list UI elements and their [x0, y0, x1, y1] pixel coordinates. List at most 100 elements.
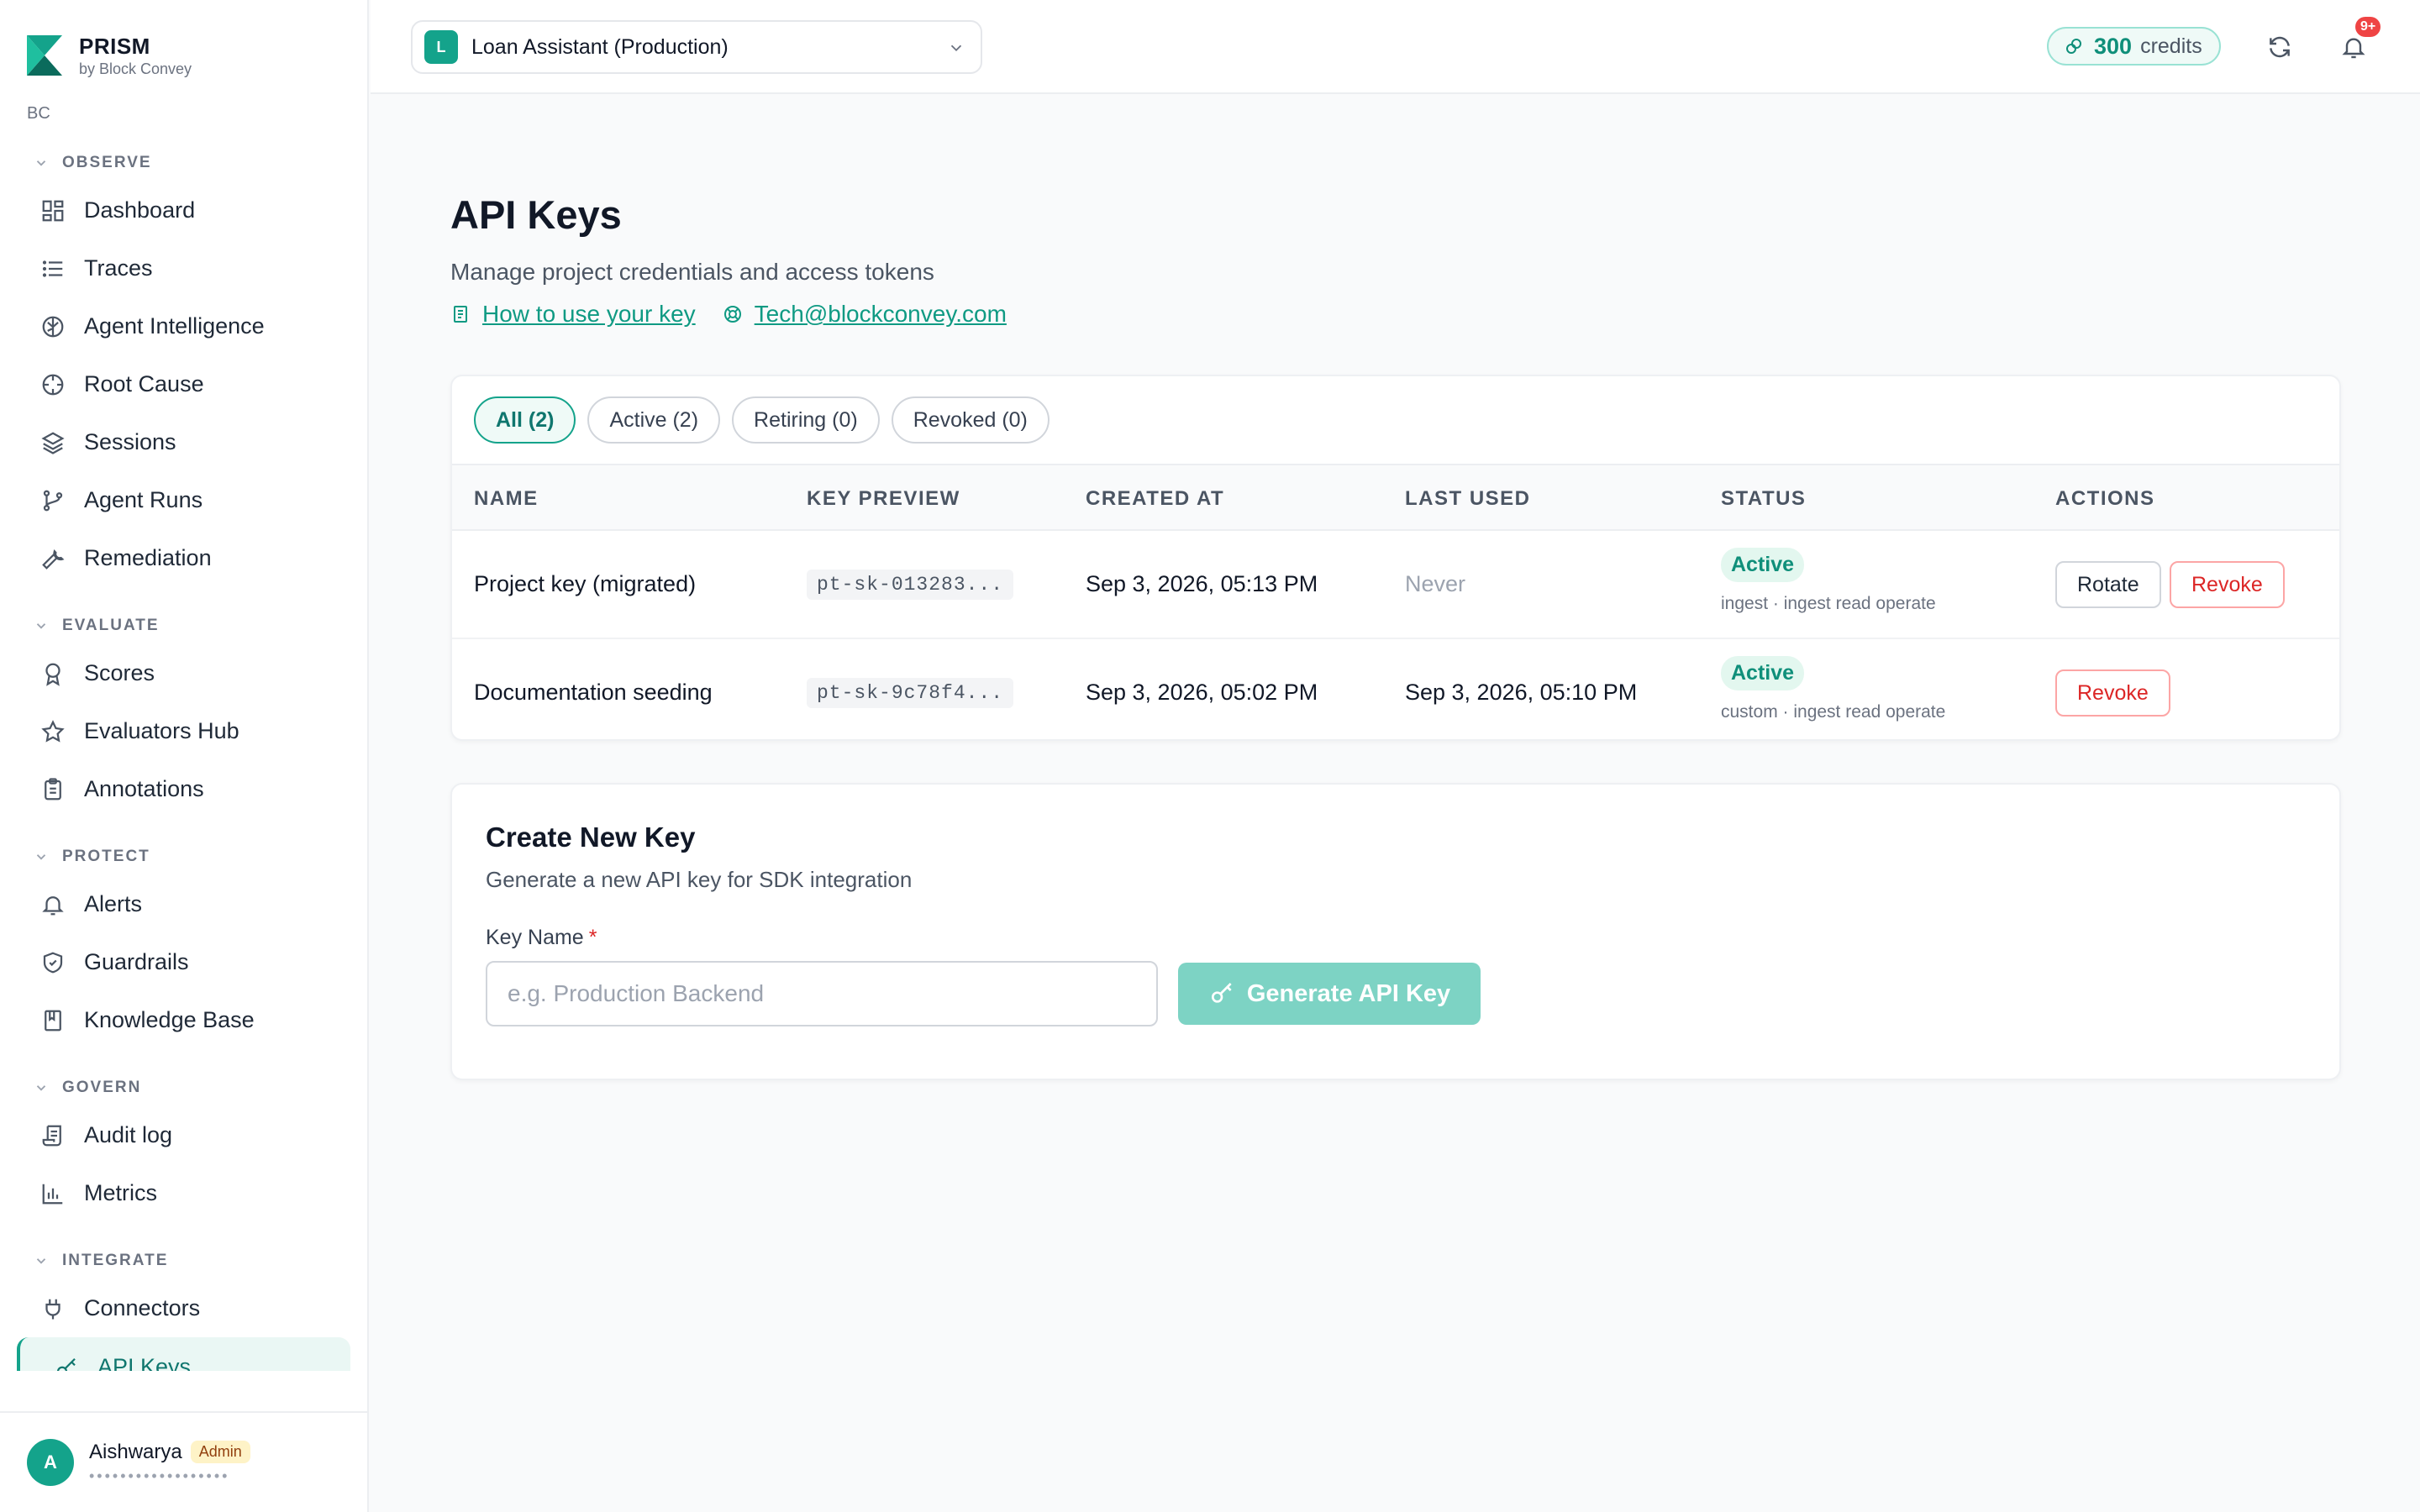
page-title: API Keys	[450, 192, 622, 237]
layers-icon	[39, 428, 67, 457]
key-icon	[52, 1354, 81, 1371]
sidebar-item-traces[interactable]: Traces	[0, 239, 367, 297]
star-icon	[39, 717, 67, 746]
sidebar-item-label: Scores	[84, 660, 155, 685]
sidebar-item-api-keys[interactable]: API Keys	[17, 1337, 350, 1371]
sidebar-item-label: Agent Intelligence	[84, 313, 265, 339]
last-used: Never	[1405, 571, 1466, 596]
credits-badge[interactable]: 300 credits	[2047, 27, 2221, 66]
filter-retiring[interactable]: Retiring (0)	[732, 396, 880, 444]
sidebar-item-label: Agent Runs	[84, 487, 203, 512]
brand-name: PRISM	[79, 34, 150, 59]
revoke-button[interactable]: Revoke	[2055, 669, 2170, 717]
bell-icon	[39, 890, 67, 919]
status-cell: Active custom · ingest read operate	[1721, 656, 1945, 722]
sidebar-item-label: Annotations	[84, 776, 204, 801]
support-email-label: Tech@blockconvey.com	[754, 301, 1007, 327]
clipboard-icon	[39, 775, 67, 804]
section-govern[interactable]: GOVERN	[0, 1069, 367, 1106]
sidebar-item-agent-intelligence[interactable]: Agent Intelligence	[0, 297, 367, 355]
notification-count-badge: 9+	[2355, 17, 2381, 37]
brain-icon	[39, 312, 67, 341]
key-name-input[interactable]	[486, 961, 1158, 1026]
filter-revoked[interactable]: Revoked (0)	[891, 396, 1050, 444]
bell-icon	[2342, 38, 2365, 59]
created-at: Sep 3, 2026, 05:13 PM	[1086, 571, 1318, 596]
section-observe[interactable]: OBSERVE	[0, 144, 367, 181]
filter-all[interactable]: All (2)	[474, 396, 576, 444]
filter-active[interactable]: Active (2)	[587, 396, 721, 444]
crosshair-icon	[39, 370, 67, 399]
coins-icon	[2066, 39, 2081, 54]
section-protect[interactable]: PROTECT	[0, 838, 367, 875]
key-name-label: Key Name *	[486, 926, 597, 950]
rotate-button[interactable]: Rotate	[2055, 561, 2161, 608]
sidebar-item-knowledge-base[interactable]: Knowledge Base	[0, 991, 367, 1049]
sidebar-nav: OBSERVE Dashboard Traces Agent Intellige…	[0, 144, 367, 1371]
user-name: Aishwarya	[89, 1440, 182, 1463]
sidebar-item-annotations[interactable]: Annotations	[0, 760, 367, 818]
key-preview: pt-sk-9c78f4...	[807, 678, 1014, 708]
sidebar-item-label: Traces	[84, 255, 153, 281]
chevron-down-icon	[36, 623, 46, 629]
section-title: GOVERN	[62, 1079, 142, 1096]
sidebar-item-root-cause[interactable]: Root Cause	[0, 355, 367, 413]
wrench-icon	[39, 544, 67, 573]
book-icon	[39, 1006, 67, 1035]
sidebar-item-scores[interactable]: Scores	[0, 644, 367, 702]
brand-subtitle: by Block Convey	[79, 60, 192, 77]
help-links: How to use your key Tech@blockconvey.com	[450, 301, 1007, 328]
section-integrate[interactable]: INTEGRATE	[0, 1242, 367, 1279]
sidebar-item-label: Metrics	[84, 1180, 157, 1205]
sidebar-item-label: Remediation	[84, 545, 212, 570]
sidebar-item-label: Alerts	[84, 891, 143, 916]
sidebar-item-sessions[interactable]: Sessions	[0, 413, 367, 471]
required-mark: *	[588, 926, 597, 949]
support-email-link[interactable]: Tech@blockconvey.com	[723, 301, 1007, 328]
revoke-button[interactable]: Revoke	[2170, 561, 2285, 608]
sidebar-item-remediation[interactable]: Remediation	[0, 529, 367, 587]
credits-unit: credits	[2140, 34, 2202, 58]
topbar: L Loan Assistant (Production) 300 credit…	[371, 0, 2420, 94]
chevron-down-icon	[950, 45, 962, 52]
section-title: EVALUATE	[62, 617, 160, 634]
sidebar-item-label: Connectors	[84, 1295, 201, 1320]
sidebar-item-guardrails[interactable]: Guardrails	[0, 933, 367, 991]
sidebar-item-evaluators-hub[interactable]: Evaluators Hub	[0, 702, 367, 760]
docs-link-label: How to use your key	[482, 301, 696, 327]
column-header-actions: ACTIONS	[2055, 487, 2155, 510]
status-badge: Active	[1721, 548, 1805, 582]
project-selector[interactable]: L Loan Assistant (Production)	[411, 20, 982, 74]
sidebar-item-audit-log[interactable]: Audit log	[0, 1106, 367, 1164]
sidebar-item-metrics[interactable]: Metrics	[0, 1164, 367, 1222]
avatar: A	[27, 1439, 74, 1486]
status-cell: Active ingest · ingest read operate	[1721, 548, 1936, 614]
column-header-status: STATUS	[1721, 487, 1807, 510]
column-header-name: NAME	[474, 487, 539, 510]
document-icon	[454, 306, 467, 323]
sidebar-item-label: Guardrails	[84, 949, 189, 974]
refresh-icon	[2270, 36, 2290, 58]
sidebar-item-agent-runs[interactable]: Agent Runs	[0, 471, 367, 529]
notifications-button[interactable]: 9+	[2335, 17, 2381, 66]
generate-api-key-button[interactable]: Generate API Key	[1178, 963, 1481, 1025]
sidebar-item-label: Audit log	[84, 1122, 173, 1147]
docs-link[interactable]: How to use your key	[450, 301, 696, 328]
key-scopes: custom · ingest read operate	[1721, 702, 1946, 722]
sidebar-item-dashboard[interactable]: Dashboard	[0, 181, 367, 239]
section-evaluate[interactable]: EVALUATE	[0, 607, 367, 644]
user-profile[interactable]: A Aishwarya Admin ••••••••••••••••••	[0, 1411, 367, 1512]
sidebar-item-label: Knowledge Base	[84, 1007, 255, 1032]
brand[interactable]: PRISM by Block Convey	[25, 34, 192, 79]
dashboard-icon	[39, 197, 67, 225]
column-header-created-at: CREATED AT	[1086, 487, 1225, 510]
sidebar-item-connectors[interactable]: Connectors	[0, 1279, 367, 1337]
prism-logo-icon	[27, 35, 62, 76]
key-name: Project key (migrated)	[474, 571, 697, 596]
refresh-button[interactable]	[2261, 29, 2298, 66]
sidebar-item-alerts[interactable]: Alerts	[0, 875, 367, 933]
sidebar-item-label: Sessions	[84, 429, 176, 454]
list-icon	[39, 255, 67, 283]
sidebar: PRISM by Block Convey BC OBSERVE Dashboa…	[0, 0, 369, 1512]
